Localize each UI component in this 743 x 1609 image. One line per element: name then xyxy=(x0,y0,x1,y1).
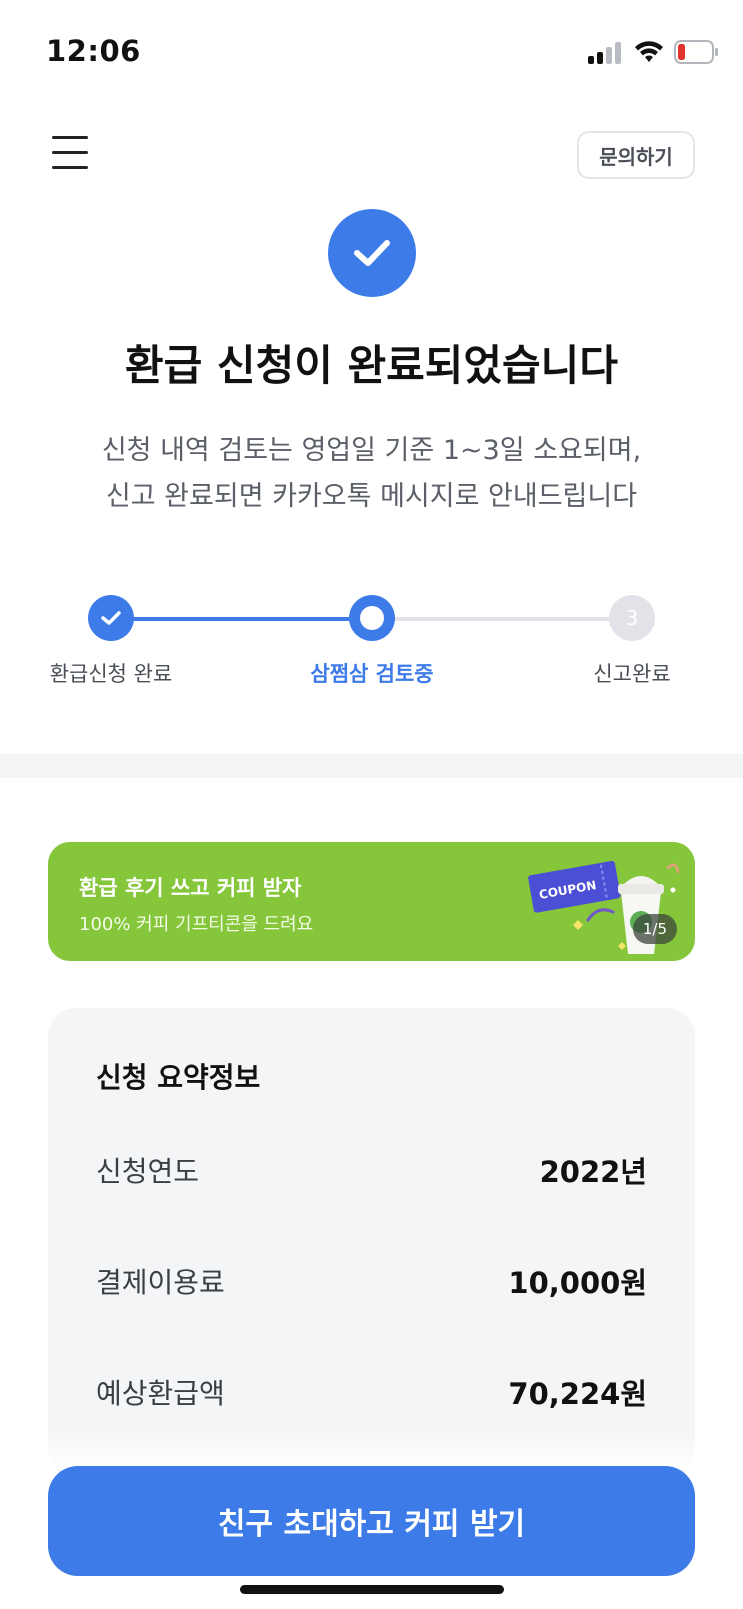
hamburger-menu-icon[interactable] xyxy=(52,136,88,170)
wifi-icon xyxy=(635,41,663,62)
success-check-icon xyxy=(328,209,416,297)
banner-subtitle: 100% 커피 기프티콘을 드려요 xyxy=(79,914,314,935)
status-bar: 12:06 xyxy=(0,0,743,100)
step-3-pending-icon: 3 xyxy=(609,595,655,641)
summary-card: 신청 요약정보 신청연도 2022년 결제이용료 10,000원 예상환급액 7… xyxy=(48,1008,695,1478)
step-line-completed xyxy=(111,617,372,621)
step-3-number: 3 xyxy=(625,606,639,630)
step-2-label: 삼쩜삼 검토중 xyxy=(310,662,434,686)
summary-row-fee: 결제이용료 10,000원 xyxy=(96,1261,647,1301)
summary-value: 2022년 xyxy=(539,1155,647,1189)
step-2-current-icon xyxy=(349,595,395,641)
summary-label: 결제이용료 xyxy=(96,1266,225,1299)
section-divider xyxy=(0,754,743,778)
cellular-signal-icon xyxy=(588,42,624,64)
invite-friend-button[interactable]: 친구 초대하고 커피 받기 xyxy=(48,1466,695,1576)
summary-title: 신청 요약정보 xyxy=(96,1061,261,1094)
summary-value: 10,000원 xyxy=(508,1266,647,1300)
step-1-done-icon xyxy=(88,595,134,641)
description-line-1: 신청 내역 검토는 영업일 기준 1~3일 소요되며, xyxy=(101,435,642,466)
banner-title: 환급 후기 쓰고 커피 받자 xyxy=(79,876,302,900)
review-coffee-banner[interactable]: 환급 후기 쓰고 커피 받자 100% 커피 기프티콘을 드려요 COUPON … xyxy=(48,842,695,961)
inquiry-button[interactable]: 문의하기 xyxy=(577,131,695,179)
summary-row-refund: 예상환급액 70,224원 xyxy=(96,1372,647,1412)
summary-value: 70,224원 xyxy=(508,1377,647,1411)
page-title: 환급 신청이 완료되었습니다 xyxy=(125,341,618,390)
description-line-2: 신고 완료되면 카카오톡 메시지로 안내드립니다 xyxy=(105,481,638,512)
cta-fade xyxy=(0,1430,743,1470)
home-indicator xyxy=(240,1585,504,1594)
step-3-label: 신고완료 xyxy=(593,662,671,686)
summary-row-year: 신청연도 2022년 xyxy=(96,1150,647,1190)
banner-page-counter: 1/5 xyxy=(632,914,677,944)
summary-label: 예상환급액 xyxy=(96,1377,225,1410)
progress-stepper: 3 환급신청 완료 삼쩜삼 검토중 신고완료 xyxy=(0,590,743,690)
step-1-label: 환급신청 완료 xyxy=(49,662,173,686)
summary-label: 신청연도 xyxy=(96,1155,200,1188)
step-line-pending xyxy=(372,617,632,621)
battery-low-icon xyxy=(674,40,718,64)
status-time: 12:06 xyxy=(46,34,141,68)
description: 신청 내역 검토는 영업일 기준 1~3일 소요되며, 신고 완료되면 카카오톡… xyxy=(0,428,743,520)
